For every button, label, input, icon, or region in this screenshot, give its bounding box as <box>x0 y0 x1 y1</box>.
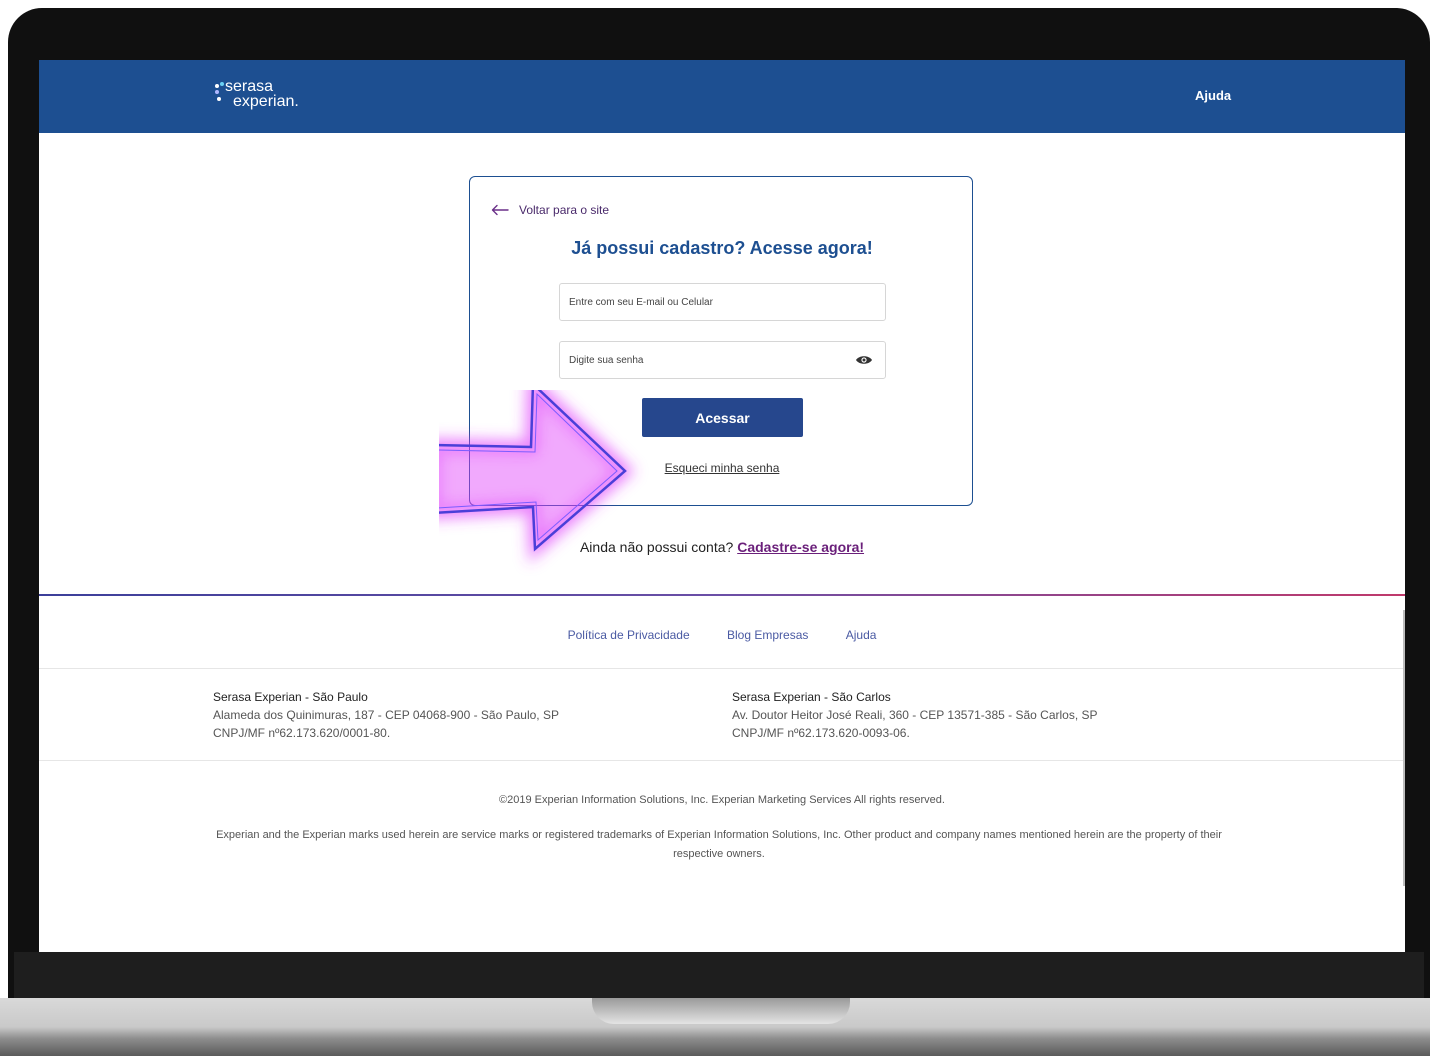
footer-gradient-divider <box>39 594 1405 596</box>
signup-prompt-line: Ainda não possui conta? Cadastre-se agor… <box>39 539 1405 555</box>
footer-help-link[interactable]: Ajuda <box>846 628 877 642</box>
office-address: Av. Doutor Heitor José Reali, 360 - CEP … <box>732 708 1098 722</box>
annotation-arrow-right-icon <box>439 390 636 564</box>
office-name: Serasa Experian - São Carlos <box>732 690 891 704</box>
office-cnpj: CNPJ/MF nº62.173.620/0001-80. <box>213 726 391 740</box>
footer-divider <box>39 760 1405 761</box>
password-input[interactable] <box>560 342 849 378</box>
logo-dot <box>215 84 219 88</box>
footer-divider <box>39 668 1405 669</box>
office-sao-paulo: Serasa Experian - São Paulo Alameda dos … <box>213 688 559 742</box>
site-header: serasa experian. Ajuda <box>39 60 1405 133</box>
office-cnpj: CNPJ/MF nº62.173.620-0093-06. <box>732 726 910 740</box>
password-field <box>559 341 886 379</box>
privacy-policy-link[interactable]: Política de Privacidade <box>568 628 690 642</box>
footer-nav: Política de Privacidade Blog Empresas Aj… <box>39 628 1405 642</box>
office-name: Serasa Experian - São Paulo <box>213 690 368 704</box>
browser-screen: serasa experian. Ajuda Voltar para o sit… <box>39 60 1405 952</box>
arrow-left-icon <box>491 204 509 216</box>
back-to-site-label: Voltar para o site <box>519 203 610 217</box>
logo-word-experian: experian. <box>233 93 299 110</box>
email-field <box>559 283 886 321</box>
laptop-notch <box>592 998 850 1024</box>
back-to-site-link[interactable]: Voltar para o site <box>491 201 609 219</box>
login-title: Já possui cadastro? Acesse agora! <box>571 238 873 258</box>
scrollbar[interactable] <box>1403 610 1405 886</box>
legal-notice: Experian and the Experian marks used her… <box>216 829 1222 860</box>
header-help-link[interactable]: Ajuda <box>1195 88 1231 103</box>
logo-dot <box>215 90 219 94</box>
blog-empresas-link[interactable]: Blog Empresas <box>727 628 808 642</box>
logo-dot <box>217 97 221 101</box>
signup-link[interactable]: Cadastre-se agora! <box>737 539 864 555</box>
eye-icon[interactable] <box>855 354 873 366</box>
office-address: Alameda dos Quinimuras, 187 - CEP 04068-… <box>213 708 559 722</box>
serasa-experian-logo[interactable]: serasa experian. <box>215 78 315 116</box>
copyright-text: ©2019 Experian Information Solutions, In… <box>499 794 945 806</box>
logo-dots <box>215 82 225 102</box>
logo-dot <box>220 82 224 86</box>
email-input[interactable] <box>560 284 849 320</box>
office-sao-carlos: Serasa Experian - São Carlos Av. Doutor … <box>732 688 1098 742</box>
laptop-bezel-chin <box>14 952 1424 998</box>
